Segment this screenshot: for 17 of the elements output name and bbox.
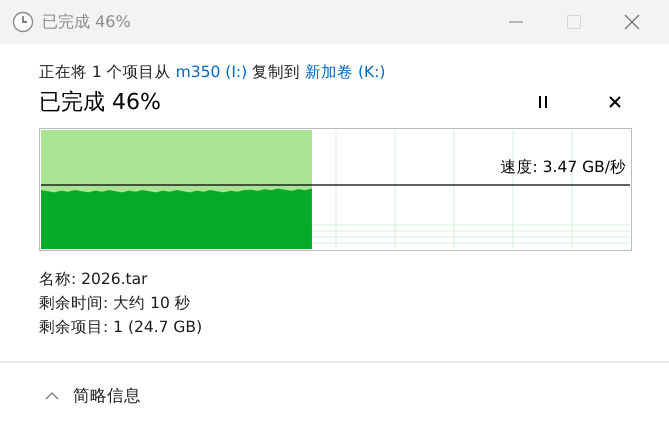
drive-link[interactable]: 新加卷 (K:) <box>305 63 386 81</box>
window-title: 已完成 46% <box>42 12 132 32</box>
speed-label: 速度: 3.47 GB/秒 <box>500 157 626 178</box>
close-icon <box>609 96 621 108</box>
drive-link[interactable]: m350 (I:) <box>176 63 248 81</box>
clock-icon <box>12 11 34 33</box>
progress-status: 已完成 46% <box>39 89 162 117</box>
detail-text: 名称: 2026.tar <box>39 269 148 290</box>
copy-description: 正在将 1 个项目从 m350 (I:) 复制到 新加卷 (K:) <box>39 62 386 83</box>
detail-text: 剩余时间: 大约 10 秒 <box>39 293 192 314</box>
details-toggle[interactable]: 简略信息 <box>45 385 141 407</box>
chevron-icon <box>45 392 59 400</box>
minimize-icon <box>509 21 523 23</box>
close-icon <box>624 14 640 30</box>
maximize-icon <box>567 15 581 29</box>
pause-icon <box>538 96 548 108</box>
detail-text: 剩余项目: 1 (24.7 GB) <box>39 317 204 338</box>
